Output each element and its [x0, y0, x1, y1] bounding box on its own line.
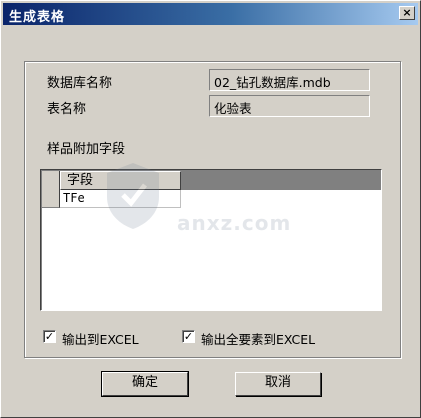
- export-all-excel-checkbox[interactable]: ✓: [182, 330, 195, 343]
- title-bar[interactable]: 生成表格 ×: [3, 3, 418, 25]
- export-all-excel-label: 输出全要素到EXCEL: [201, 332, 316, 347]
- dialog-window: 生成表格 × 数据库名称 02_钻孔数据库.mdb 表名称 化验表 样品附加字段…: [0, 0, 421, 418]
- db-name-field[interactable]: 02_钻孔数据库.mdb: [209, 69, 370, 91]
- close-button[interactable]: ×: [399, 6, 415, 20]
- table-name-field[interactable]: 化验表: [209, 95, 370, 117]
- extra-fields-label: 样品附加字段: [47, 142, 126, 157]
- check-icon: ✓: [183, 330, 194, 343]
- table-name-label: 表名称: [47, 102, 87, 117]
- close-icon: ×: [402, 6, 412, 19]
- export-excel-checkbox[interactable]: ✓: [43, 330, 56, 343]
- row-selector[interactable]: [42, 190, 60, 208]
- db-name-label: 数据库名称: [47, 76, 113, 91]
- shield-icon: [107, 163, 159, 229]
- watermark: anxz.com: [103, 161, 323, 261]
- watermark-brand: anxz.com: [177, 211, 292, 235]
- ok-button[interactable]: 确定: [101, 371, 189, 397]
- export-excel-label: 输出到EXCEL: [62, 332, 139, 347]
- grid-corner-cell[interactable]: [42, 171, 60, 190]
- cancel-button[interactable]: 取消: [235, 372, 321, 396]
- dialog-title: 生成表格: [9, 10, 66, 25]
- check-icon: ✓: [44, 330, 55, 343]
